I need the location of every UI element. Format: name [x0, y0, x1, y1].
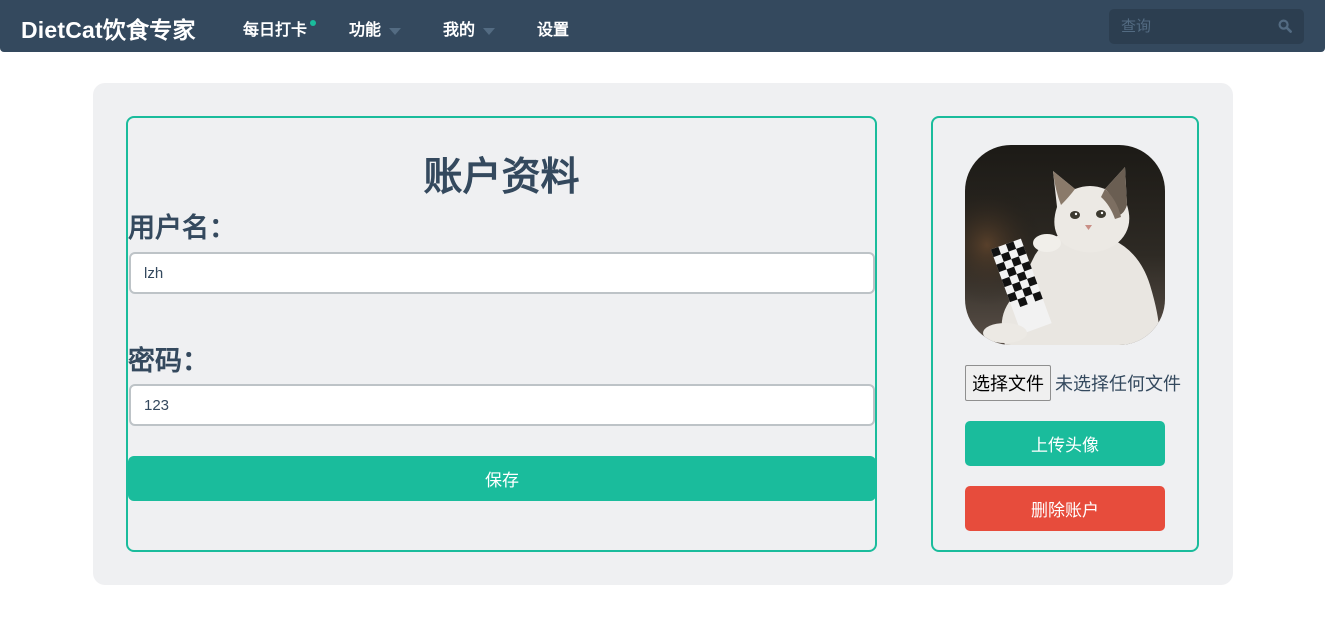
avatar — [965, 145, 1165, 345]
account-form-card: 账户资料 用户名： 密码： 保存 — [126, 116, 877, 552]
delete-account-button[interactable]: 删除账户 — [965, 486, 1165, 531]
nav-item-label: 功能 — [349, 22, 382, 39]
file-picker: 选择文件 未选择任何文件 — [965, 365, 1181, 401]
top-navbar: DietCat饮食专家 每日打卡 功能 我的 设置 — [0, 0, 1325, 52]
search-box — [1109, 9, 1304, 44]
notification-dot — [310, 20, 317, 26]
file-status-text: 未选择任何文件 — [1055, 374, 1181, 394]
save-button[interactable]: 保存 — [128, 456, 876, 501]
nav-item-settings[interactable]: 设置 — [537, 16, 569, 40]
search-icon[interactable] — [1278, 19, 1292, 33]
caret-down-icon — [483, 28, 496, 35]
username-field[interactable] — [129, 252, 875, 294]
page-title: 账户资料 — [423, 156, 580, 199]
username-label: 用户名： — [128, 213, 236, 243]
password-field[interactable] — [129, 384, 875, 426]
avatar-card: 选择文件 未选择任何文件 上传头像 删除账户 — [931, 116, 1199, 552]
caret-down-icon — [389, 28, 402, 35]
nav-item-label: 每日打卡 — [243, 22, 308, 39]
nav-item-label: 我的 — [443, 22, 476, 39]
choose-file-button[interactable]: 选择文件 — [965, 365, 1051, 401]
cat-avatar-image — [965, 145, 1165, 345]
upload-avatar-button[interactable]: 上传头像 — [965, 421, 1165, 466]
nav-item-daily-checkin[interactable]: 每日打卡 — [243, 16, 317, 40]
brand-logo[interactable]: DietCat饮食专家 — [21, 11, 196, 45]
nav-item-mine[interactable]: 我的 — [443, 16, 496, 40]
nav-item-label: 设置 — [537, 22, 570, 39]
nav-item-features[interactable]: 功能 — [349, 16, 402, 40]
search-input[interactable] — [1109, 9, 1269, 44]
password-label: 密码： — [128, 346, 209, 376]
